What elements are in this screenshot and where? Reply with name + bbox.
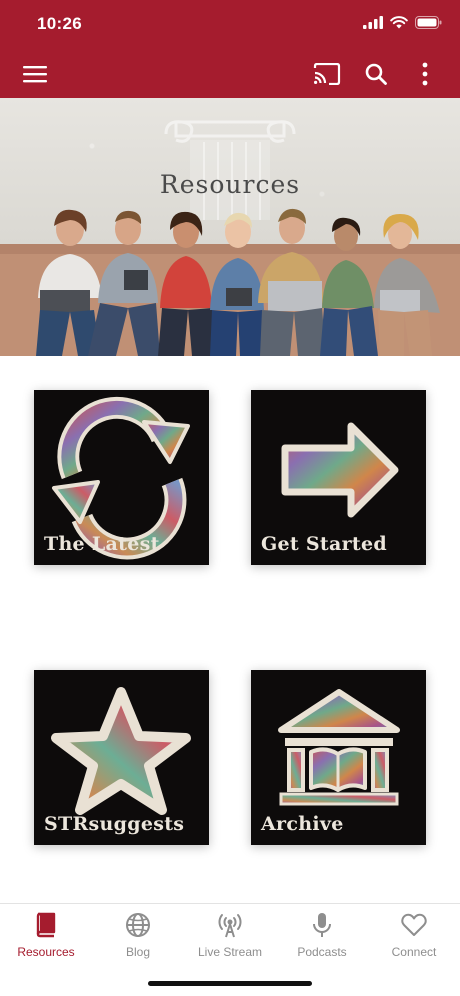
- heart-icon: [401, 913, 427, 936]
- more-options-button[interactable]: [409, 58, 441, 90]
- hamburger-menu-icon: [23, 66, 47, 83]
- app-bar: [0, 50, 460, 98]
- microphone-icon: [313, 913, 331, 937]
- people-photo: [0, 208, 460, 356]
- system-icons: [363, 16, 442, 29]
- wifi-icon: [390, 16, 408, 29]
- tile-the-latest[interactable]: The Latest: [34, 390, 209, 565]
- tile-label: Get Started: [261, 533, 387, 555]
- globe-icon: [126, 913, 150, 937]
- tab-label: Connect: [391, 945, 437, 959]
- search-button[interactable]: [360, 58, 392, 90]
- cast-icon: [313, 63, 341, 85]
- book-icon: [36, 912, 56, 938]
- tab-label: Blog: [125, 945, 151, 959]
- tile-label: STRsuggests: [44, 813, 185, 835]
- home-indicator[interactable]: [148, 981, 312, 986]
- tab-resources[interactable]: Resources: [0, 910, 92, 962]
- tab-live-stream[interactable]: Live Stream: [184, 910, 276, 962]
- tile-archive[interactable]: Archive: [251, 670, 426, 845]
- tile-label: Archive: [261, 813, 344, 835]
- tile-strsuggests[interactable]: STRsuggests: [34, 670, 209, 845]
- tab-label: Podcasts: [297, 945, 347, 959]
- more-vertical-icon: [422, 62, 428, 86]
- battery-icon: [415, 16, 442, 29]
- status-time: 10:26: [37, 14, 82, 33]
- search-icon: [365, 63, 387, 85]
- tab-connect[interactable]: Connect: [368, 910, 460, 962]
- broadcast-icon: [218, 914, 242, 938]
- tab-label: Resources: [17, 945, 75, 959]
- tile-label: The Latest: [44, 533, 160, 555]
- cellular-signal-icon: [363, 16, 383, 29]
- tab-podcasts[interactable]: Podcasts: [276, 910, 368, 962]
- tile-get-started[interactable]: Get Started: [251, 390, 426, 565]
- hero-banner[interactable]: Resources: [0, 98, 460, 356]
- tab-label: Live Stream: [197, 945, 263, 959]
- cast-button[interactable]: [311, 58, 343, 90]
- tab-blog[interactable]: Blog: [92, 910, 184, 962]
- menu-button[interactable]: [19, 58, 51, 90]
- status-bar: 10:26: [0, 0, 460, 50]
